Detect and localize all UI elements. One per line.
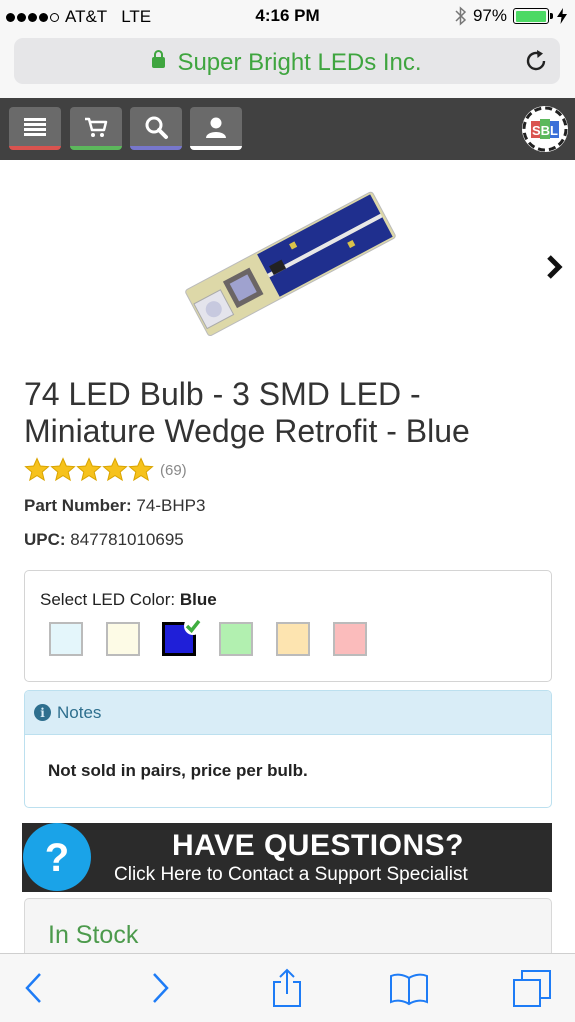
share-button[interactable] xyxy=(267,968,307,1008)
lock-icon xyxy=(152,50,166,68)
menu-button[interactable] xyxy=(9,107,61,150)
tabs-button[interactable] xyxy=(512,968,552,1008)
notes-title: Notes xyxy=(57,702,102,722)
logo-text: SBL xyxy=(532,123,558,138)
support-banner[interactable]: ? HAVE QUESTIONS? Click Here to Contact … xyxy=(22,823,552,892)
battery-percent: 97% xyxy=(472,6,507,25)
star-icon xyxy=(50,457,76,482)
forward-arrow-icon xyxy=(153,973,169,1003)
site-logo-icon[interactable]: SBL xyxy=(521,105,569,153)
color-swatch[interactable] xyxy=(162,617,202,656)
star-icon xyxy=(128,457,154,482)
status-bar: AT&T LTE 4:16 PM 97% xyxy=(0,0,575,34)
upc-label: UPC: xyxy=(24,530,66,549)
battery-icon xyxy=(513,8,553,24)
color-label-text: Select LED Color: xyxy=(40,590,176,609)
upc-line: UPC: 847781010695 xyxy=(24,530,184,550)
forward-button[interactable] xyxy=(140,968,180,1008)
status-right: 97% xyxy=(455,6,567,26)
book-icon xyxy=(390,973,428,1006)
notes-body: Not sold in pairs, price per bulb. xyxy=(48,761,308,780)
tabs-icon xyxy=(513,970,551,1007)
check-icon xyxy=(184,617,202,635)
user-icon xyxy=(206,117,226,138)
url-display[interactable]: Super Bright LEDs Inc. xyxy=(14,49,560,77)
menu-icon xyxy=(24,117,46,136)
back-arrow-icon xyxy=(25,973,41,1003)
cart-button[interactable] xyxy=(70,107,122,150)
charging-icon xyxy=(557,8,567,24)
info-icon: i xyxy=(34,704,51,721)
notes-panel: i Notes Not sold in pairs, price per bul… xyxy=(24,690,552,808)
upc-value: 847781010695 xyxy=(70,530,184,549)
search-button[interactable] xyxy=(130,107,182,150)
notes-header: i Notes xyxy=(25,691,551,735)
bluetooth-icon xyxy=(455,6,467,26)
address-bar[interactable]: Super Bright LEDs Inc. xyxy=(14,38,560,84)
share-icon xyxy=(273,968,301,1007)
bookmarks-button[interactable] xyxy=(389,968,429,1008)
product-rating[interactable]: (69) xyxy=(24,457,187,483)
account-button[interactable] xyxy=(190,107,242,150)
back-button[interactable] xyxy=(14,968,54,1008)
site-navbar: SBL xyxy=(0,98,575,160)
banner-title: HAVE QUESTIONS? xyxy=(172,829,464,862)
color-swatch[interactable] xyxy=(276,622,310,656)
part-number-label: Part Number: xyxy=(24,496,132,515)
color-swatch[interactable] xyxy=(106,622,140,656)
banner-subtitle: Click Here to Contact a Support Speciali… xyxy=(114,864,468,885)
search-icon xyxy=(145,116,168,139)
url-title: Super Bright LEDs Inc. xyxy=(177,49,422,76)
star-icon xyxy=(24,457,50,482)
part-number-value: 74-BHP3 xyxy=(136,496,206,515)
browser-chrome: Super Bright LEDs Inc. xyxy=(0,34,575,98)
stock-status: In Stock xyxy=(48,921,139,949)
part-number-line: Part Number: 74-BHP3 xyxy=(24,496,205,516)
selected-color-name: Blue xyxy=(179,590,217,609)
product-image[interactable] xyxy=(170,168,410,358)
color-selector: Select LED Color: Blue xyxy=(24,570,552,682)
next-image-arrow-icon[interactable] xyxy=(545,252,565,282)
cart-icon xyxy=(85,117,108,137)
color-swatch[interactable] xyxy=(219,622,253,656)
color-selector-label: Select LED Color: Blue xyxy=(40,590,217,610)
star-icon xyxy=(76,457,102,482)
color-swatch[interactable] xyxy=(49,622,83,656)
color-swatch[interactable] xyxy=(333,622,367,656)
star-icon xyxy=(102,457,128,482)
product-title: 74 LED Bulb - 3 SMD LED - Miniature Wedg… xyxy=(24,376,470,449)
rating-stars xyxy=(24,457,154,483)
review-count[interactable]: (69) xyxy=(160,462,187,479)
browser-toolbar xyxy=(0,953,575,1022)
reload-icon[interactable] xyxy=(524,49,548,73)
battery-fill xyxy=(515,10,546,22)
